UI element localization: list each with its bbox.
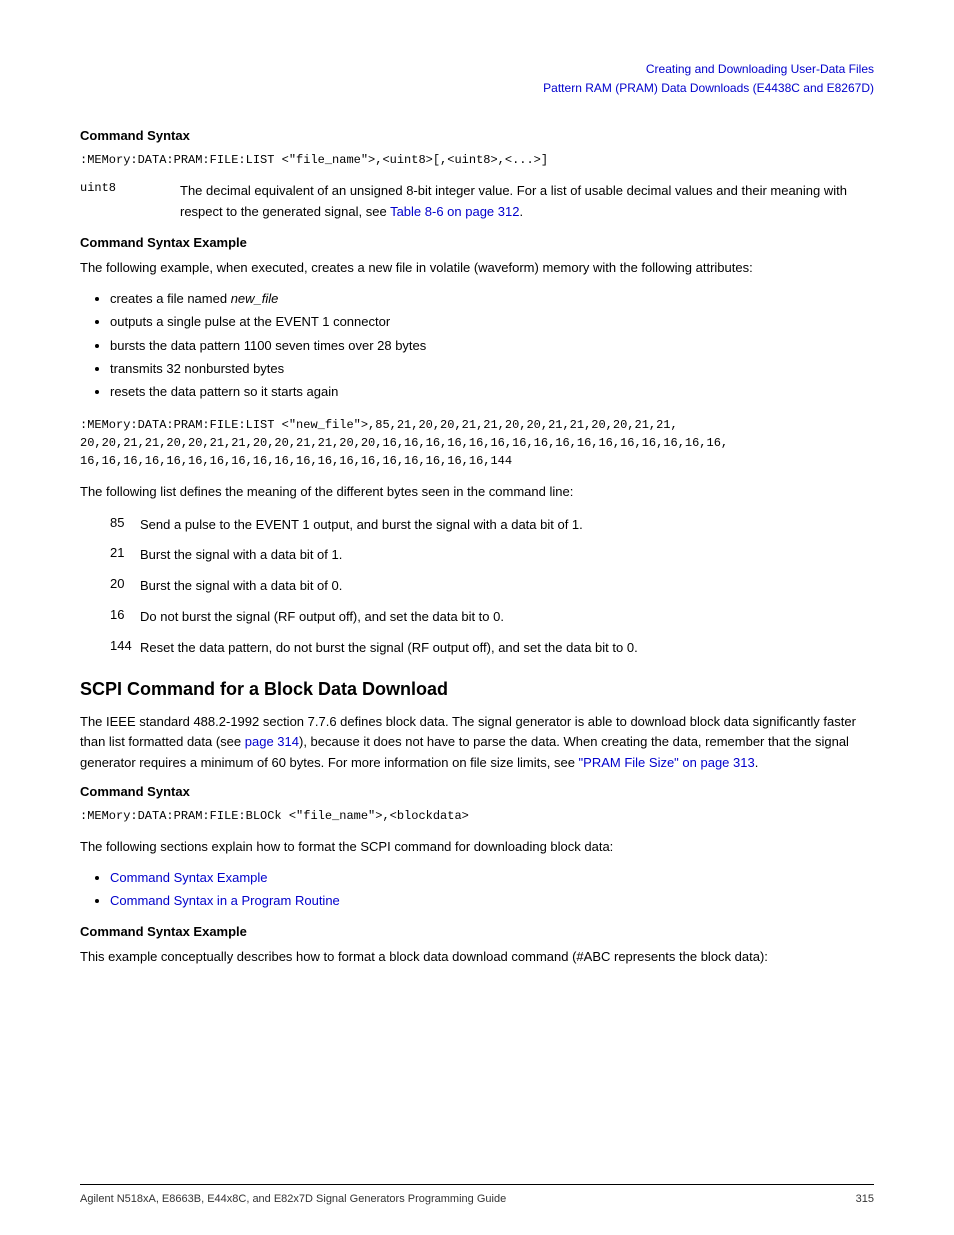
bullet-text-3: transmits 32 nonbursted bytes xyxy=(110,361,284,376)
scpi-bullet-link-0[interactable]: Command Syntax Example xyxy=(110,870,268,885)
bullet-text-0: creates a file named xyxy=(110,291,231,306)
scpi-bullet-link-1[interactable]: Command Syntax in a Program Routine xyxy=(110,893,340,908)
list-item: resets the data pattern so it starts aga… xyxy=(110,380,874,403)
list-item: Command Syntax Example xyxy=(110,866,874,889)
list-item: outputs a single pulse at the EVENT 1 co… xyxy=(110,310,874,333)
command-syntax-following: The following sections explain how to fo… xyxy=(80,837,874,858)
page: Creating and Downloading User-Data Files… xyxy=(0,0,954,1235)
scpi-link1[interactable]: page 314 xyxy=(245,734,299,749)
def-num-3: 16 xyxy=(80,607,140,622)
scpi-section-title: SCPI Command for a Block Data Download xyxy=(80,679,874,700)
command-syntax-section-1: Command Syntax :MEMory:DATA:PRAM:FILE:LI… xyxy=(80,128,874,223)
command-syntax-example-section-1: Command Syntax Example The following exa… xyxy=(80,235,874,659)
def-text-4: Reset the data pattern, do not burst the… xyxy=(140,638,874,659)
command-syntax-example-section-2: Command Syntax Example This example conc… xyxy=(80,924,874,968)
def-text-1: Burst the signal with a data bit of 1. xyxy=(140,545,874,566)
def-row: 144 Reset the data pattern, do not burst… xyxy=(80,638,874,659)
def-num-0: 85 xyxy=(80,515,140,530)
param-desc-after: . xyxy=(519,204,523,219)
header-right: Creating and Downloading User-Data Files… xyxy=(80,60,874,98)
scpi-intro: The IEEE standard 488.2-1992 section 7.7… xyxy=(80,712,874,774)
param-table: uint8 The decimal equivalent of an unsig… xyxy=(80,181,874,223)
example-intro-text: The following example, when executed, cr… xyxy=(80,258,874,279)
example-2-text: This example conceptually describes how … xyxy=(80,947,874,968)
def-row: 16 Do not burst the signal (RF output of… xyxy=(80,607,874,628)
param-name: uint8 xyxy=(80,181,180,223)
bullet-em-0: new_file xyxy=(231,291,279,306)
list-item: creates a file named new_file xyxy=(110,287,874,310)
def-row: 20 Burst the signal with a data bit of 0… xyxy=(80,576,874,597)
def-row: 21 Burst the signal with a data bit of 1… xyxy=(80,545,874,566)
def-num-2: 20 xyxy=(80,576,140,591)
example-bullets: creates a file named new_file outputs a … xyxy=(110,287,874,404)
command-syntax-example-heading-2: Command Syntax Example xyxy=(80,924,874,939)
def-text-3: Do not burst the signal (RF output off),… xyxy=(140,607,874,628)
scpi-intro-end: . xyxy=(755,755,759,770)
command-syntax-code-2: :MEMory:DATA:PRAM:FILE:BLOCk <"file_name… xyxy=(80,807,874,825)
bullet-text-4: resets the data pattern so it starts aga… xyxy=(110,384,338,399)
list-item: transmits 32 nonbursted bytes xyxy=(110,357,874,380)
scpi-link2[interactable]: "PRAM File Size" on page 313 xyxy=(579,755,755,770)
param-desc: The decimal equivalent of an unsigned 8-… xyxy=(180,181,874,223)
definition-table: 85 Send a pulse to the EVENT 1 output, a… xyxy=(80,515,874,659)
list-item: bursts the data pattern 1100 seven times… xyxy=(110,334,874,357)
bullet-text-1: outputs a single pulse at the EVENT 1 co… xyxy=(110,314,390,329)
header-link-line1[interactable]: Creating and Downloading User-Data Files xyxy=(80,60,874,79)
command-syntax-heading-1: Command Syntax xyxy=(80,128,874,143)
def-text-0: Send a pulse to the EVENT 1 output, and … xyxy=(140,515,874,536)
command-syntax-section-2: Command Syntax :MEMory:DATA:PRAM:FILE:BL… xyxy=(80,784,874,913)
footer: Agilent N518xA, E8663B, E44x8C, and E82x… xyxy=(80,1184,874,1205)
example-code-1: :MEMory:DATA:PRAM:FILE:LIST <"new_file">… xyxy=(80,416,874,470)
header-link-line2[interactable]: Pattern RAM (PRAM) Data Downloads (E4438… xyxy=(80,79,874,98)
scpi-section: SCPI Command for a Block Data Download T… xyxy=(80,679,874,774)
command-syntax-heading-2: Command Syntax xyxy=(80,784,874,799)
def-text-2: Burst the signal with a data bit of 0. xyxy=(140,576,874,597)
footer-page-number: 315 xyxy=(856,1193,874,1205)
list-item: Command Syntax in a Program Routine xyxy=(110,889,874,912)
def-num-4: 144 xyxy=(80,638,140,653)
bullet-text-2: bursts the data pattern 1100 seven times… xyxy=(110,338,426,353)
following-text: The following list defines the meaning o… xyxy=(80,482,874,503)
footer-left-text: Agilent N518xA, E8663B, E44x8C, and E82x… xyxy=(80,1193,506,1205)
def-row: 85 Send a pulse to the EVENT 1 output, a… xyxy=(80,515,874,536)
def-num-1: 21 xyxy=(80,545,140,560)
param-table-link[interactable]: Table 8-6 on page 312 xyxy=(390,204,519,219)
command-syntax-example-heading-1: Command Syntax Example xyxy=(80,235,874,250)
scpi-bullet-list: Command Syntax Example Command Syntax in… xyxy=(110,866,874,913)
command-syntax-code-1: :MEMory:DATA:PRAM:FILE:LIST <"file_name"… xyxy=(80,151,874,169)
